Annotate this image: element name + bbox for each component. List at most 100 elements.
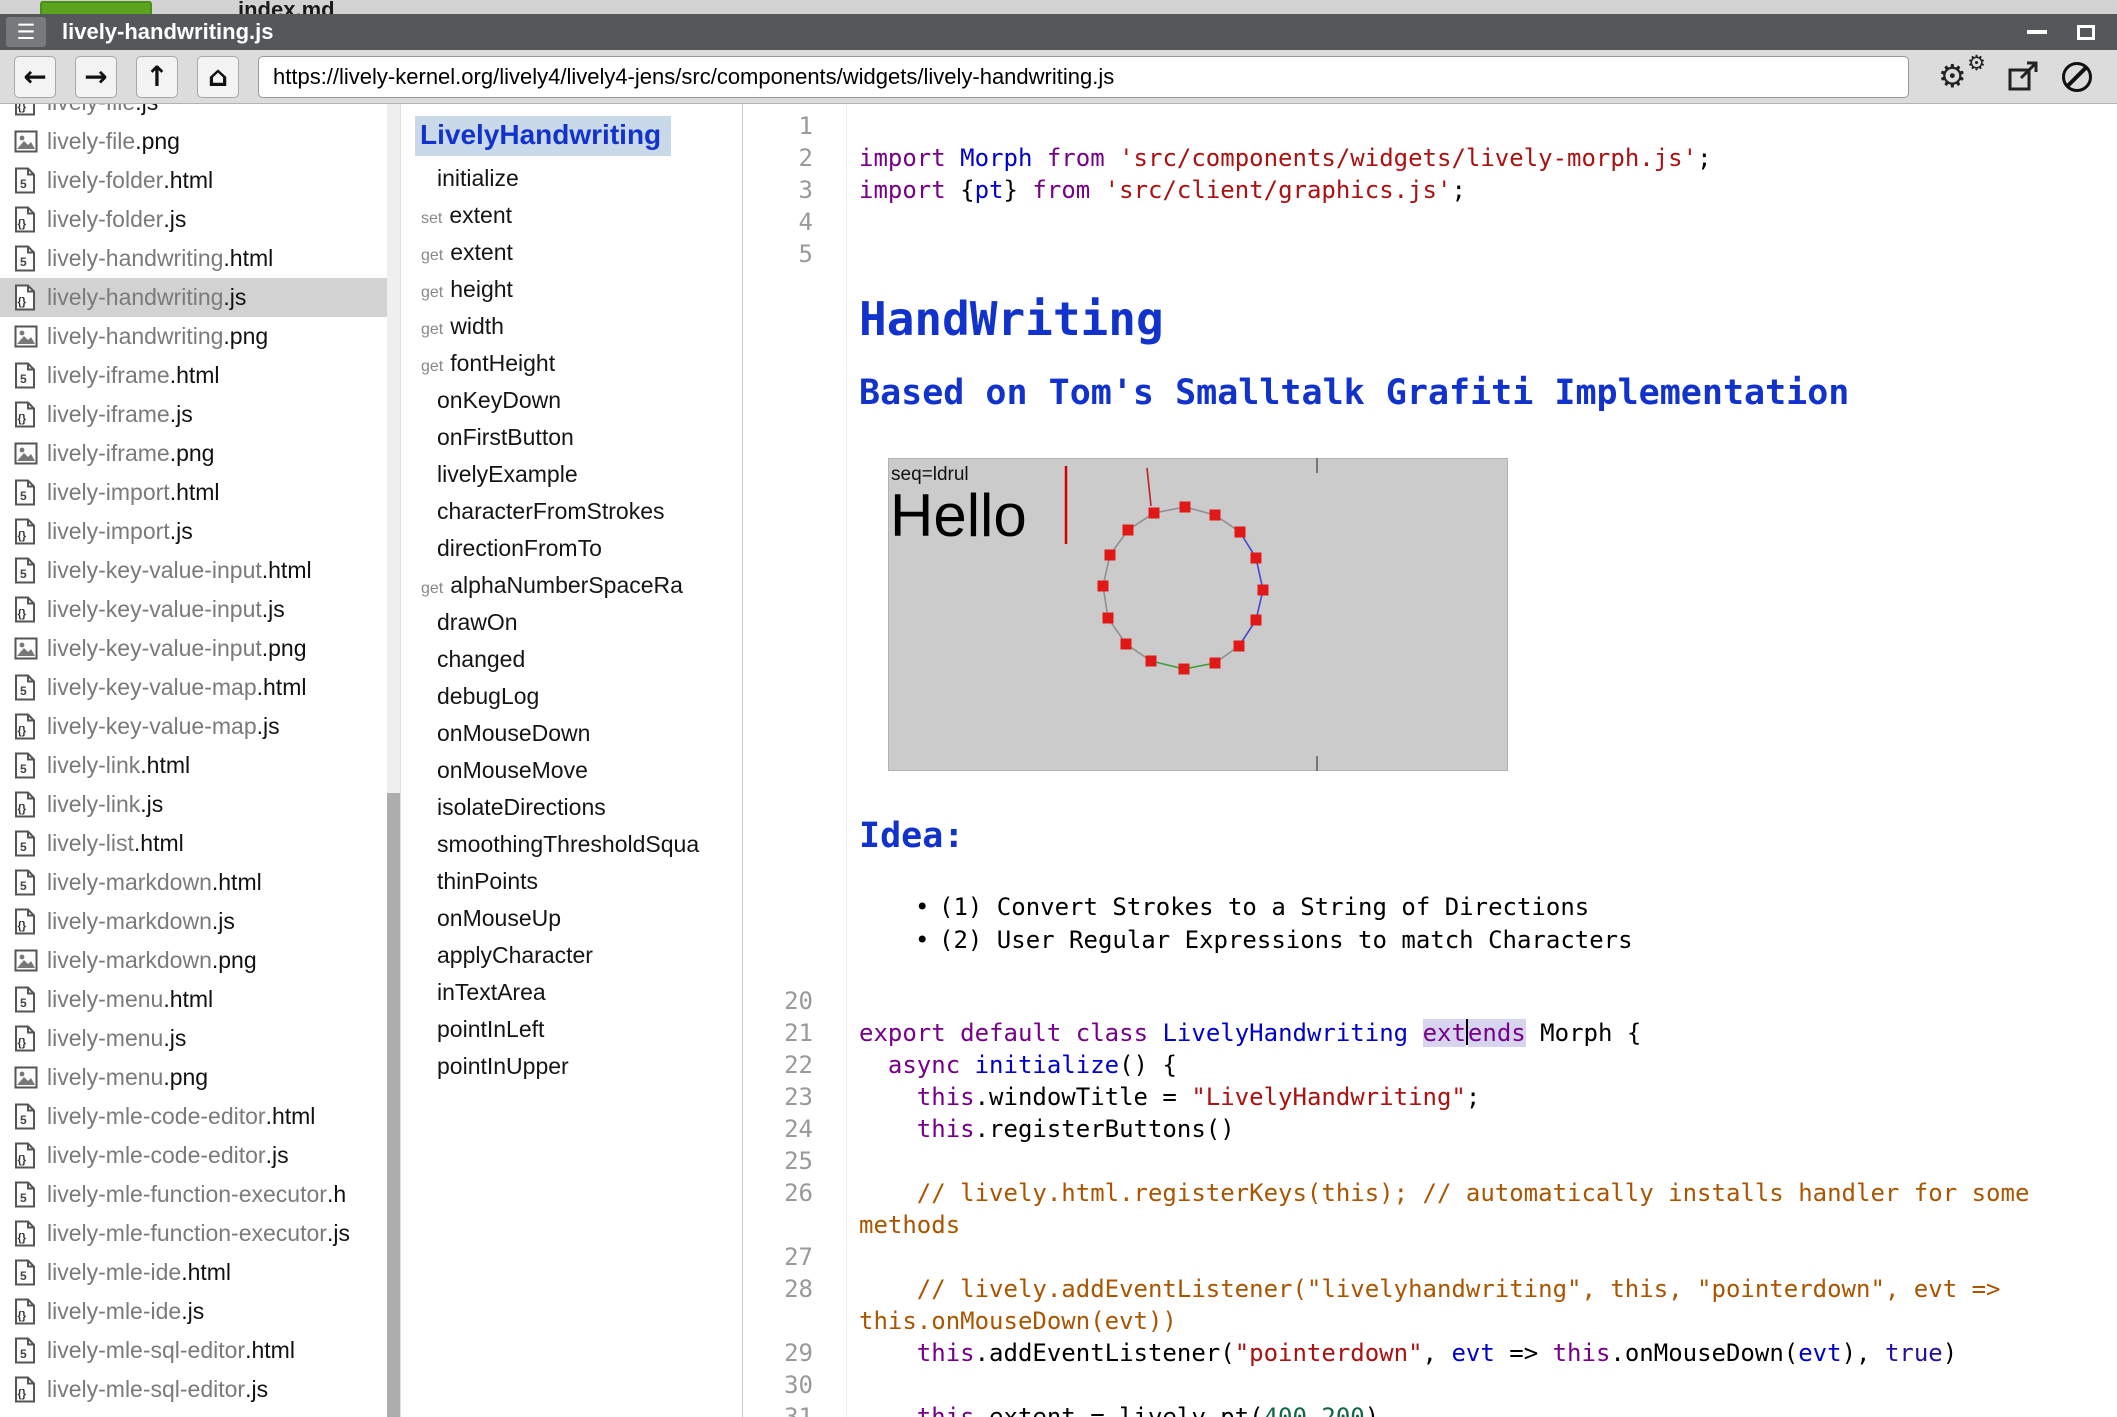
code-text[interactable]: import {pt} from 'src/client/graphics.js… [846,174,2117,206]
file-item[interactable]: {}lively-mle-sql-editor.js [0,1370,400,1409]
file-item[interactable]: 5lively-folder.html [0,161,400,200]
up-button[interactable]: ↑ [136,56,178,98]
outline-item[interactable]: characterFromStrokes [401,493,742,530]
file-item[interactable]: 5lively-markdown.html [0,863,400,902]
file-item[interactable]: lively-iframe.png [0,434,400,473]
outline-class-title[interactable]: LivelyHandwriting [415,116,671,156]
code-line[interactable]: 27 [743,1241,2117,1273]
file-item[interactable]: lively-key-value-input.png [0,629,400,668]
file-item[interactable]: {}lively-mle-function-executor.js [0,1214,400,1253]
file-item[interactable]: {}lively-link.js [0,785,400,824]
file-item[interactable]: 5lively-mle-sql-editor.html [0,1331,400,1370]
code-text[interactable]: this.addEventListener("pointerdown", evt… [846,1337,2117,1369]
sidebar-scrollbar[interactable] [387,104,400,1417]
code-text[interactable]: this.registerButtons() [846,1113,2117,1145]
file-item[interactable]: {}lively-mle-code-editor.js [0,1136,400,1175]
code-text[interactable]: this.extent = lively.pt(400,200) [846,1401,2117,1417]
file-item[interactable]: lively-file.png [0,122,400,161]
maximize-icon[interactable] [2077,25,2095,40]
file-item[interactable]: lively-handwriting.png [0,317,400,356]
outline-item[interactable]: livelyExample [401,456,742,493]
code-line[interactable]: 22 async initialize() { [743,1049,2117,1081]
file-item[interactable]: {}lively-import.js [0,512,400,551]
outline-item[interactable]: inTextArea [401,974,742,1011]
file-item[interactable]: 5lively-list.html [0,824,400,863]
code-line[interactable]: 21export default class LivelyHandwriting… [743,1017,2117,1049]
settings-button[interactable]: ⚙ ⚙ [1938,55,1984,99]
minimize-icon[interactable] [2027,30,2047,34]
file-item[interactable]: 5lively-mle-code-editor.html [0,1097,400,1136]
outline-item[interactable]: changed [401,641,742,678]
outline-item[interactable]: pointInLeft [401,1011,742,1048]
code-line[interactable]: 26 // lively.html.registerKeys(this); //… [743,1177,2117,1241]
file-item[interactable]: {}lively-file.js [0,104,400,122]
file-item[interactable]: {}lively-menu.js [0,1019,400,1058]
outline-item[interactable]: getfontHeight [401,345,742,382]
outline-item[interactable]: debugLog [401,678,742,715]
file-item[interactable]: lively-markdown.png [0,941,400,980]
outline-item[interactable]: applyCharacter [401,937,742,974]
outline-item[interactable]: setextent [401,197,742,234]
outline-item[interactable]: pointInUpper [401,1048,742,1085]
code-line[interactable]: 23 this.windowTitle = "LivelyHandwriting… [743,1081,2117,1113]
code-line[interactable]: 5 [743,238,2117,270]
code-line[interactable]: 29 this.addEventListener("pointerdown", … [743,1337,2117,1369]
outline-item[interactable]: onMouseUp [401,900,742,937]
code-line[interactable]: 2import Morph from 'src/components/widge… [743,142,2117,174]
code-line[interactable]: 25 [743,1145,2117,1177]
file-item[interactable]: 5lively-key-value-input.html [0,551,400,590]
file-item[interactable]: {}lively-mle-ide.js [0,1292,400,1331]
file-item[interactable]: 5lively-import.html [0,473,400,512]
file-item[interactable]: 5lively-iframe.html [0,356,400,395]
outline-item[interactable]: onMouseMove [401,752,742,789]
menu-button[interactable]: ☰ [6,17,46,47]
outline-item[interactable]: isolateDirections [401,789,742,826]
code-line[interactable]: 30 [743,1369,2117,1401]
file-item[interactable]: 5lively-mle-function-executor.h [0,1175,400,1214]
code-line[interactable]: 31 this.extent = lively.pt(400,200) [743,1401,2117,1417]
editor-pane[interactable]: 12import Morph from 'src/components/widg… [742,104,2117,1417]
code-text[interactable]: export default class LivelyHandwriting e… [846,1017,2117,1049]
open-external-button[interactable] [2006,60,2040,94]
code-text[interactable]: // lively.html.registerKeys(this); // au… [846,1177,2117,1241]
file-item[interactable]: {}lively-key-value-map.js [0,707,400,746]
file-item[interactable]: 5lively-key-value-map.html [0,668,400,707]
code-line[interactable]: 1 [743,110,2117,142]
file-item[interactable]: 5lively-mle-ide.html [0,1253,400,1292]
outline-item[interactable]: onKeyDown [401,382,742,419]
code-text[interactable]: import Morph from 'src/components/widget… [846,142,2117,174]
background-tab-title[interactable]: index.md [238,0,335,14]
block-button[interactable] [2062,62,2092,92]
code-line[interactable]: 24 this.registerButtons() [743,1113,2117,1145]
forward-button[interactable]: → [75,56,117,98]
file-item[interactable]: 5lively-menu.html [0,980,400,1019]
code-line[interactable]: 20 [743,985,2117,1017]
outline-item[interactable]: directionFromTo [401,530,742,567]
outline-item[interactable]: getalphaNumberSpaceRa [401,567,742,604]
outline-item[interactable]: thinPoints [401,863,742,900]
file-item[interactable]: {}lively-key-value-input.js [0,590,400,629]
file-item[interactable]: lively-menu.png [0,1058,400,1097]
file-item[interactable]: 5lively-handwriting.html [0,239,400,278]
outline-item[interactable]: onMouseDown [401,715,742,752]
code-line[interactable]: 4 [743,206,2117,238]
code-line[interactable]: 28 // lively.addEventListener("livelyhan… [743,1273,2117,1337]
code-line[interactable]: 3import {pt} from 'src/client/graphics.j… [743,174,2117,206]
file-item[interactable]: {}lively-iframe.js [0,395,400,434]
file-item[interactable]: {}lively-markdown.js [0,902,400,941]
outline-item[interactable]: initialize [401,160,742,197]
back-button[interactable]: ← [14,56,56,98]
outline-item[interactable]: drawOn [401,604,742,641]
file-item[interactable]: {}lively-handwriting.js [0,278,400,317]
sidebar-scrollbar-thumb[interactable] [387,793,400,1417]
file-item[interactable]: 5lively-link.html [0,746,400,785]
url-input[interactable] [258,56,1909,98]
code-text[interactable]: async initialize() { [846,1049,2117,1081]
outline-item[interactable]: getextent [401,234,742,271]
outline-item[interactable]: onFirstButton [401,419,742,456]
outline-item[interactable]: getwidth [401,308,742,345]
code-text[interactable]: this.windowTitle = "LivelyHandwriting"; [846,1081,2117,1113]
background-green-button[interactable] [40,1,152,14]
home-button[interactable]: ⌂ [197,56,239,98]
file-item[interactable]: {}lively-folder.js [0,200,400,239]
